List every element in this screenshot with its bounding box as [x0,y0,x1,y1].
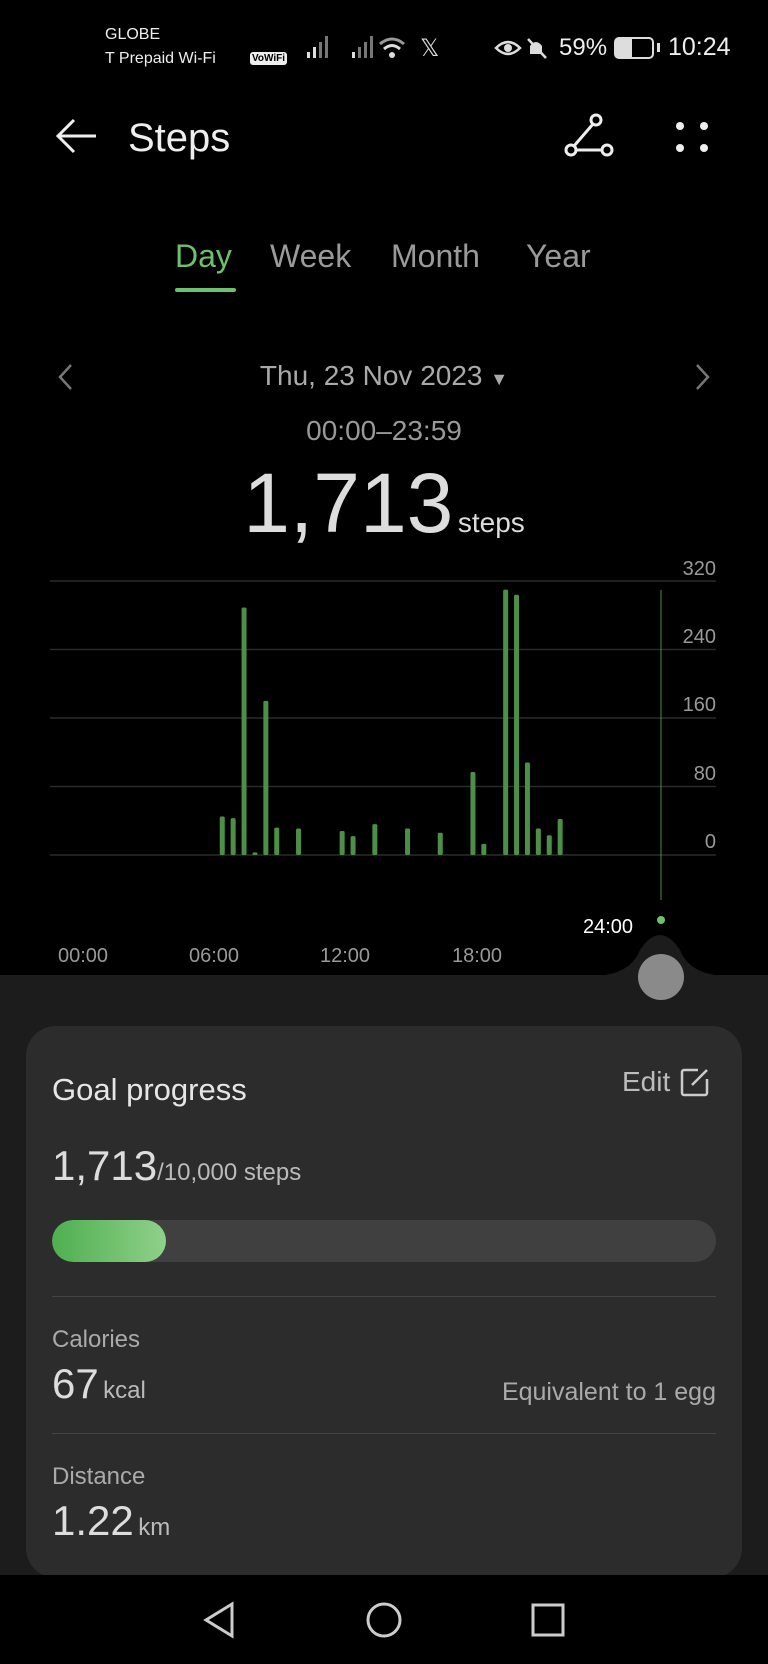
step-bar [372,824,378,855]
back-arrow-icon[interactable] [54,116,100,156]
nav-home-icon[interactable] [364,1600,404,1640]
tab-year[interactable]: Year [526,238,591,275]
edit-icon [681,1068,709,1097]
step-bar [514,594,520,855]
goal-current: 1,713 [52,1142,158,1189]
time-range: 00:00–23:59 [306,415,462,446]
distance-label: Distance [52,1463,146,1490]
step-bar [546,835,552,855]
network-name: T Prepaid Wi-Fi [105,50,216,67]
nav-back-icon[interactable] [200,1600,240,1640]
calories-equivalent: Equivalent to 1 egg [501,1378,716,1406]
goal-progress-bar [52,1220,716,1262]
battery-percent: 59% [559,34,608,61]
vowifi-badge: VoWiFi [250,52,288,65]
clock: 10:24 [668,33,731,61]
step-bar [557,819,563,855]
step-bar [405,828,411,855]
step-bar [252,852,258,855]
calories-value-row: 67 kcal [52,1360,146,1408]
date-picker[interactable]: Thu, 23 Nov 2023 ▼ [0,360,768,392]
carrier-name: GLOBE [105,26,161,43]
page-title: Steps [128,116,231,160]
distance-value-row: 1.22 km [52,1497,170,1545]
edit-label: Edit [622,1066,671,1097]
calories-label: Calories [52,1326,141,1353]
step-bar [263,700,269,855]
time-slider-handle[interactable] [638,954,684,1000]
step-bar [296,828,302,855]
svg-text:𝕏: 𝕏 [420,35,439,60]
goal-target: /10,000 steps [157,1159,302,1186]
battery-icon [614,37,654,59]
tab-week[interactable]: Week [270,238,351,275]
calories-value: 67 [52,1360,99,1407]
nav-recents-icon[interactable] [528,1600,568,1640]
step-bar [230,818,236,855]
share-route-icon[interactable] [562,112,614,160]
dropdown-icon: ▼ [490,369,509,389]
steps-chart [50,580,716,924]
tab-day[interactable]: Day [175,238,232,275]
y-tick: 240 [682,626,716,648]
y-tick: 0 [704,831,716,853]
step-bar [241,607,247,855]
x-tick: 00:00 [58,945,109,967]
distance-unit: km [138,1514,171,1541]
goal-title: Goal progress [52,1072,247,1107]
next-day-icon[interactable] [692,362,712,392]
x-tick: 06:00 [189,945,240,967]
step-bar [481,843,487,855]
goal-progress-text: 1,713/10,000 steps [52,1142,301,1190]
step-bar [535,828,541,855]
y-tick: 160 [682,694,716,716]
eye-and-mute-icons [494,38,547,59]
x-tick: 18:00 [452,945,503,967]
y-tick: 320 [682,558,716,580]
y-tick: 80 [693,763,716,785]
step-bar [339,831,345,855]
total-steps-value: 1,713 [243,456,454,550]
step-bar [219,816,225,855]
total-steps: 1,713 steps [0,455,768,552]
step-bar [350,836,356,855]
more-options-icon[interactable] [672,118,712,158]
tab-indicator [175,288,236,292]
step-bar [524,762,530,855]
edit-goal-button[interactable]: Edit [622,1066,710,1098]
step-bar [274,827,280,855]
step-bar [437,832,443,855]
x-tick: 12:00 [320,945,371,967]
calories-unit: kcal [103,1377,146,1404]
step-bar [470,771,476,855]
signal-wifi-icons: 𝕏 [307,35,439,60]
distance-value: 1.22 [52,1497,134,1544]
date-label: Thu, 23 Nov 2023 [259,360,483,391]
tab-month[interactable]: Month [391,238,480,275]
goal-card [26,1026,742,1578]
total-steps-unit: steps [457,507,525,538]
step-bar [503,589,509,855]
